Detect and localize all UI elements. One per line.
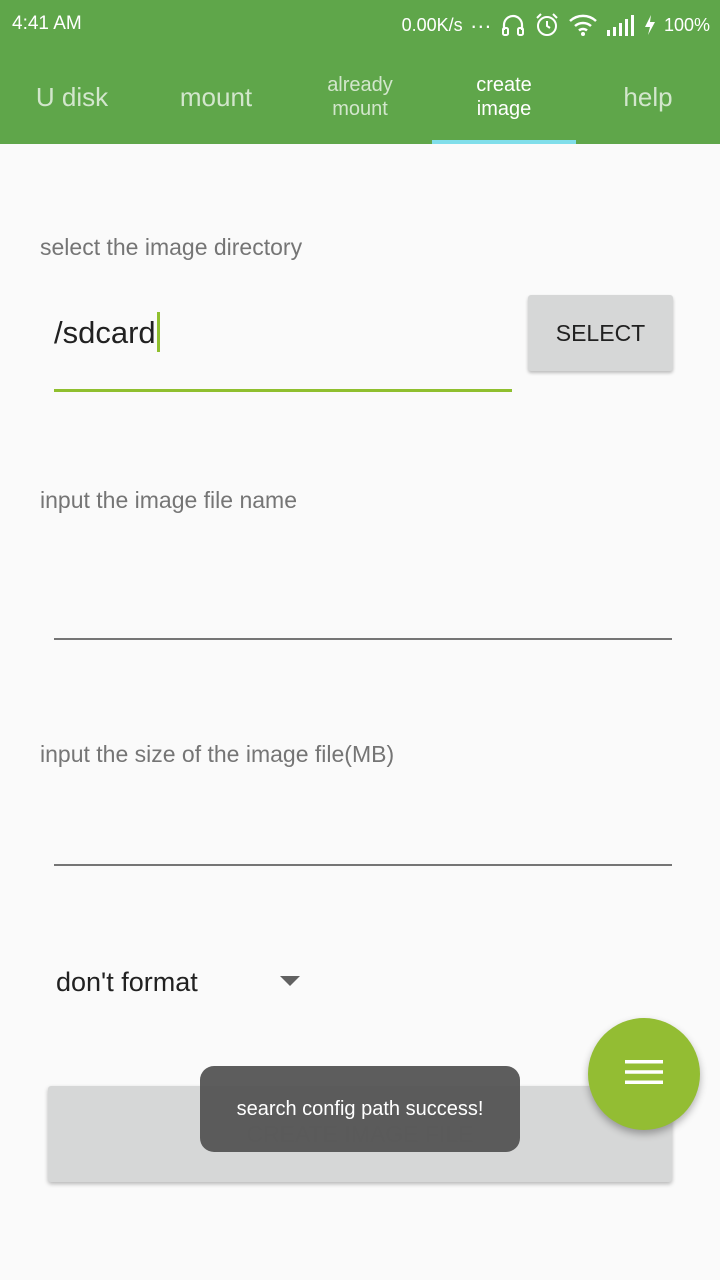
tab-create-image[interactable]: create image xyxy=(432,50,576,144)
status-bar: 4:41 AM 0.00K/s ... 100% xyxy=(0,0,720,50)
battery-level: 100% xyxy=(663,14,710,35)
format-spinner[interactable]: don't format xyxy=(56,960,306,1004)
tab-bar: U disk mount already mount create image … xyxy=(0,50,720,144)
text-cursor xyxy=(156,311,160,352)
dropdown-arrow-icon[interactable] xyxy=(280,976,300,986)
signal-icon xyxy=(606,14,636,36)
tab-mount[interactable]: mount xyxy=(144,50,288,144)
format-spinner-value: don't format xyxy=(56,966,198,997)
tab-label: help xyxy=(623,82,673,112)
menu-fab-button[interactable] xyxy=(588,1018,700,1130)
wifi-icon xyxy=(568,13,598,37)
alarm-icon xyxy=(534,12,560,38)
menu-icon xyxy=(625,1059,663,1090)
more-dots: ... xyxy=(470,8,492,33)
tab-label: U disk xyxy=(35,82,109,112)
tab-label: already mount xyxy=(327,74,393,120)
status-time: 4:41 AM xyxy=(12,13,82,34)
tab-label: create image xyxy=(476,74,532,120)
directory-value-text: /sdcard xyxy=(54,315,156,350)
headset-icon xyxy=(500,12,526,38)
file-name-label: input the image file name xyxy=(40,487,297,513)
size-label: input the size of the image file(MB) xyxy=(40,741,395,767)
size-input[interactable] xyxy=(54,790,672,866)
directory-input[interactable]: /sdcard xyxy=(54,305,512,392)
tab-label: mount xyxy=(179,82,253,112)
network-speed: 0.00K/s xyxy=(401,14,463,35)
file-name-input[interactable] xyxy=(54,560,672,640)
directory-label: select the image directory xyxy=(40,234,303,260)
select-button[interactable]: SELECT xyxy=(528,295,673,371)
tab-help[interactable]: help xyxy=(576,50,720,144)
directory-input-value: /sdcard xyxy=(54,311,160,352)
charging-icon xyxy=(644,14,656,36)
toast-message: search config path success! xyxy=(200,1066,520,1152)
create-image-screen: 4:41 AM 0.00K/s ... 100% U disk mount al… xyxy=(0,0,720,1280)
status-icons: 0.00K/s ... 100% xyxy=(401,8,710,40)
tab-already-mount[interactable]: already mount xyxy=(288,50,432,144)
tab-u-disk[interactable]: U disk xyxy=(0,50,144,144)
